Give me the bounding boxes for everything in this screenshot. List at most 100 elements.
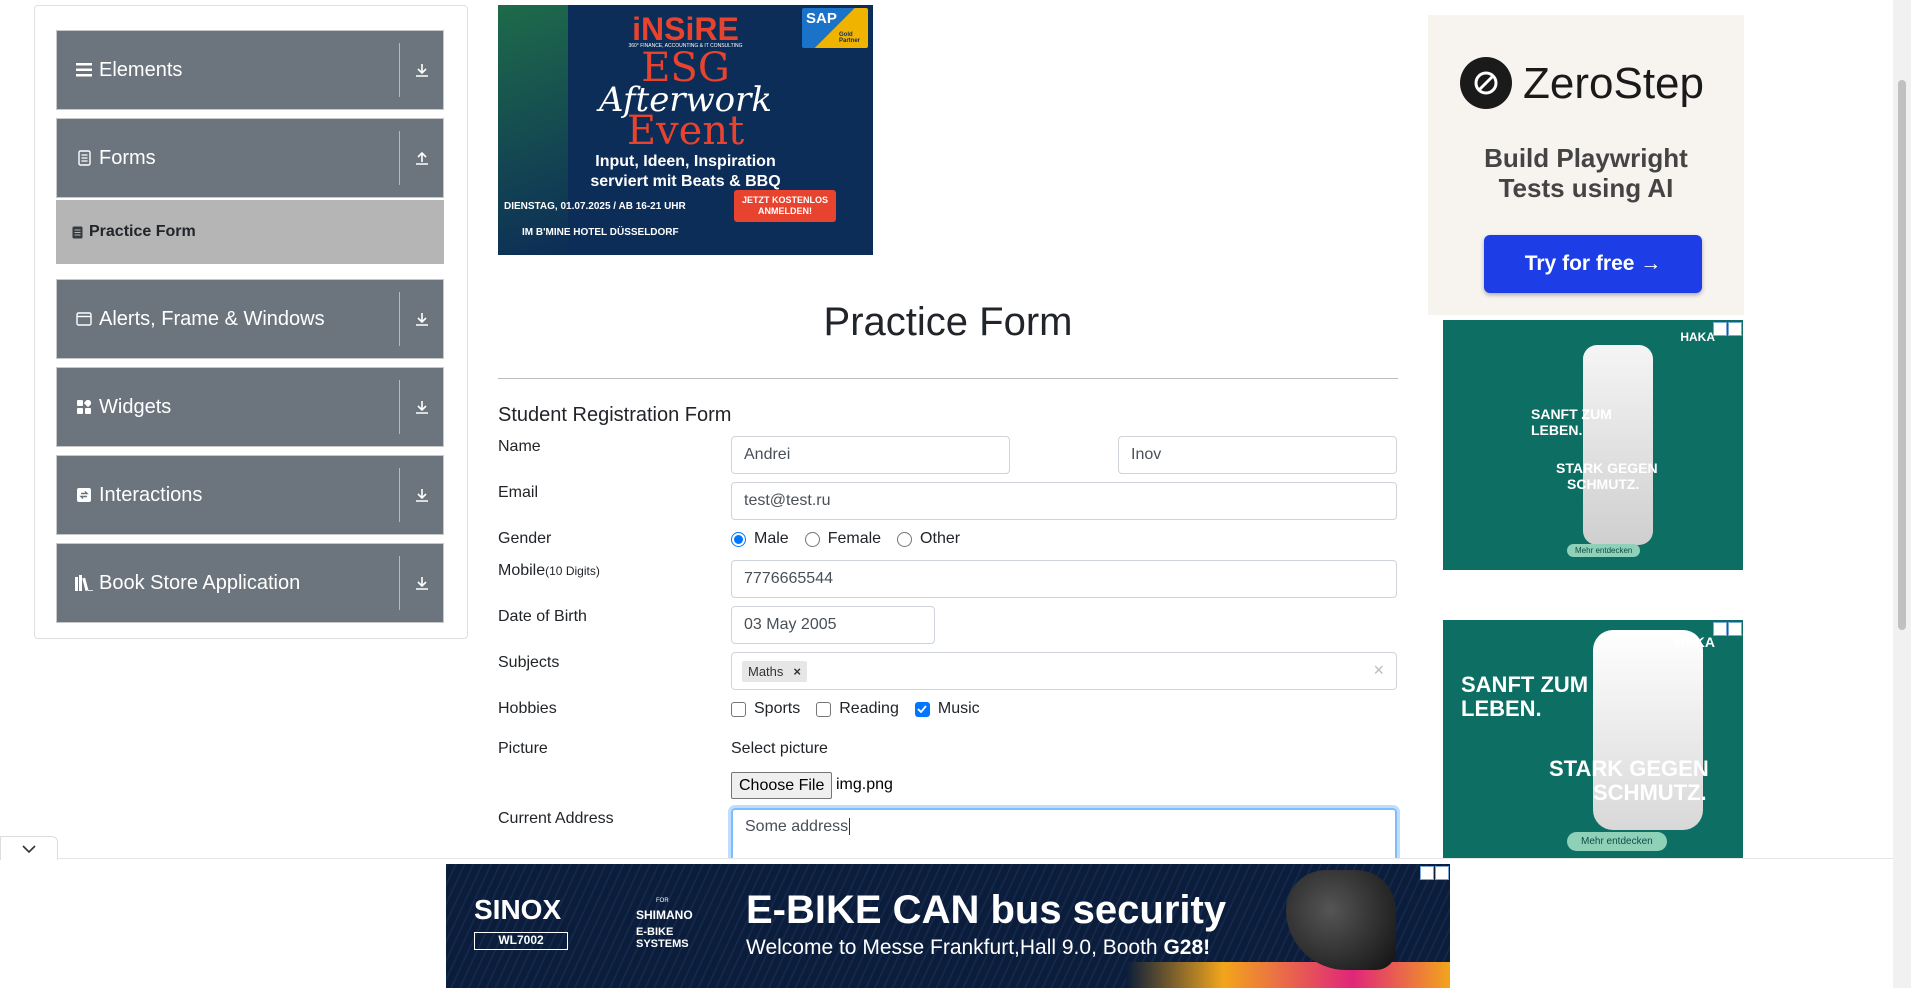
- subjects-input[interactable]: Maths × ×: [731, 652, 1397, 690]
- picture-label: Picture: [498, 740, 548, 757]
- sinox-brand: SINOX: [474, 894, 562, 925]
- bottle-image: [1583, 345, 1653, 545]
- gender-female-option[interactable]: Female: [804, 530, 882, 548]
- clear-icon[interactable]: ×: [1373, 660, 1384, 681]
- name-label: Name: [498, 438, 541, 455]
- haka-line2: LEBEN.: [1531, 422, 1583, 438]
- download-icon: [400, 575, 443, 591]
- hobbies-label: Hobbies: [498, 700, 557, 717]
- select-picture-label: Select picture: [731, 740, 828, 757]
- haka-cta[interactable]: Mehr entdecken: [1567, 832, 1667, 851]
- zerostep-cta-button[interactable]: Try for free →: [1484, 235, 1702, 293]
- haka-ad-1[interactable]: HAKA SANFT ZUM LEBEN. STARK GEGEN SCHMUT…: [1443, 320, 1743, 570]
- hobby-reading-option[interactable]: Reading: [816, 700, 899, 718]
- page-root: { "sidebar": { "groups": [ {"label": "El…: [0, 0, 1911, 988]
- interactions-icon: [71, 488, 97, 502]
- ad-choices-icon[interactable]: [1713, 322, 1727, 336]
- chevron-down-icon: [22, 840, 36, 858]
- insire-ad-banner[interactable]: iNSiRE 360° FINANCE, ACCOUNTING & IT CON…: [498, 5, 873, 255]
- sidebar-group-label: Elements: [99, 58, 183, 81]
- email-input[interactable]: test@test.ru: [731, 482, 1397, 520]
- sidebar-group-label: Forms: [99, 146, 156, 169]
- sidebar-group-interactions[interactable]: Interactions: [56, 455, 444, 535]
- ad-choices-icon[interactable]: [1713, 622, 1727, 636]
- haka-line1: SANFT ZUM: [1461, 672, 1589, 697]
- sinox-model: WL7002: [474, 932, 568, 950]
- ad-headline: E-BIKE CAN bus security: [746, 888, 1227, 932]
- sidebar-item-label: Practice Form: [89, 223, 196, 240]
- ad-for: FOR: [656, 898, 669, 904]
- option-label: Sports: [754, 700, 801, 717]
- ad-close-icon[interactable]: [1435, 866, 1449, 880]
- download-icon: [400, 62, 443, 78]
- haka-line4: SCHMUTZ.: [1567, 476, 1640, 492]
- ad-subline-text: Welcome to Messe Frankfurt,Hall 9.0, Boo…: [746, 936, 1164, 959]
- download-icon: [400, 399, 443, 415]
- ad-cta[interactable]: JETZT KOSTENLOS ANMELDEN!: [734, 190, 836, 222]
- download-icon: [400, 487, 443, 503]
- collapse-ad-button[interactable]: [0, 836, 58, 860]
- zerostep-headline1: Build Playwright: [1484, 143, 1688, 173]
- option-label: Female: [827, 530, 882, 547]
- option-label: Male: [754, 530, 789, 547]
- mobile-input[interactable]: 7776665544: [731, 560, 1397, 598]
- sidebar-group-book-store[interactable]: Book Store Application: [56, 543, 444, 623]
- option-label: Reading: [839, 700, 899, 717]
- sidebar-group-elements[interactable]: Elements: [56, 30, 444, 110]
- sap-badge: Gold Partner: [839, 31, 861, 45]
- first-name-input[interactable]: Andrei: [731, 436, 1010, 474]
- remove-chip-icon[interactable]: ×: [793, 664, 801, 679]
- haka-brand: HAKA: [1680, 330, 1715, 344]
- form-heading: Student Registration Form: [498, 404, 732, 426]
- haka-brand: HAKA: [1674, 634, 1715, 650]
- zerostep-headline2: Tests using AI: [1498, 173, 1674, 203]
- ad-subline: Welcome to Messe Frankfurt,Hall 9.0, Boo…: [746, 936, 1210, 960]
- scrollbar-thumb[interactable]: [1898, 80, 1906, 630]
- hobbies-checkbox-group: Sports Reading Music: [731, 700, 996, 718]
- ad-venue: IM B'MINE HOTEL DÜSSELDORF: [522, 227, 679, 238]
- zerostep-ad[interactable]: ZeroStep Build Playwright Tests using AI…: [1428, 15, 1744, 315]
- checkbox[interactable]: [731, 701, 746, 717]
- haka-line3: STARK GEGEN: [1556, 460, 1658, 476]
- mobile-label: Mobile(10 Digits): [498, 562, 600, 580]
- last-name-input[interactable]: Inov: [1118, 436, 1397, 474]
- gender-radio-group: Male Female Other: [731, 530, 976, 548]
- sidebar-group-forms[interactable]: Forms: [56, 118, 444, 198]
- dob-input[interactable]: 03 May 2005: [731, 606, 935, 644]
- haka-ad-2[interactable]: HAKA SANFT ZUM LEBEN. STARK GEGEN SCHMUT…: [1443, 620, 1743, 860]
- sidebar-group-label: Alerts, Frame & Windows: [99, 307, 325, 330]
- mobile-label-text: Mobile: [498, 562, 546, 579]
- haka-cta[interactable]: Mehr entdecken: [1567, 544, 1641, 557]
- radio-button[interactable]: [804, 531, 820, 547]
- sap-logo: SAP Gold Partner: [802, 8, 868, 48]
- hobby-music-option[interactable]: Music: [914, 700, 980, 718]
- sidebar-group-widgets[interactable]: Widgets: [56, 367, 444, 447]
- radio-button[interactable]: [897, 531, 913, 547]
- window-icon: [71, 312, 97, 326]
- shimano-sub: E-BIKE SYSTEMS: [636, 926, 689, 951]
- sidebar-item-practice-form[interactable]: Practice Form: [56, 200, 444, 264]
- gender-label: Gender: [498, 530, 552, 547]
- ad-choices-icon[interactable]: [1420, 866, 1434, 880]
- books-icon: [71, 575, 97, 591]
- hobby-sports-option[interactable]: Sports: [731, 700, 800, 718]
- checkbox[interactable]: [914, 701, 930, 717]
- choose-file-button[interactable]: Choose File: [731, 772, 833, 799]
- ad-desc1: Input, Ideen, Inspiration: [595, 153, 776, 170]
- ad-close-icon[interactable]: [1728, 322, 1742, 336]
- menu-icon: [71, 63, 97, 77]
- gender-other-option[interactable]: Other: [897, 530, 960, 548]
- ad-booth: G28!: [1163, 936, 1211, 959]
- mobile-hint: (10 Digits): [545, 564, 600, 578]
- file-name: img.png: [836, 776, 893, 793]
- sidebar-group-alerts[interactable]: Alerts, Frame & Windows: [56, 279, 444, 359]
- address-label: Current Address: [498, 810, 614, 827]
- gender-male-option[interactable]: Male: [731, 530, 789, 548]
- widgets-icon: [71, 400, 97, 414]
- option-label: Music: [937, 700, 980, 717]
- radio-button[interactable]: [731, 531, 746, 547]
- sinox-ad-banner[interactable]: SINOX WL7002 FOR SHIMANO E-BIKE SYSTEMS …: [446, 864, 1450, 988]
- haka-line1: SANFT ZUM: [1531, 406, 1612, 422]
- ad-close-icon[interactable]: [1728, 622, 1742, 636]
- checkbox[interactable]: [816, 701, 832, 717]
